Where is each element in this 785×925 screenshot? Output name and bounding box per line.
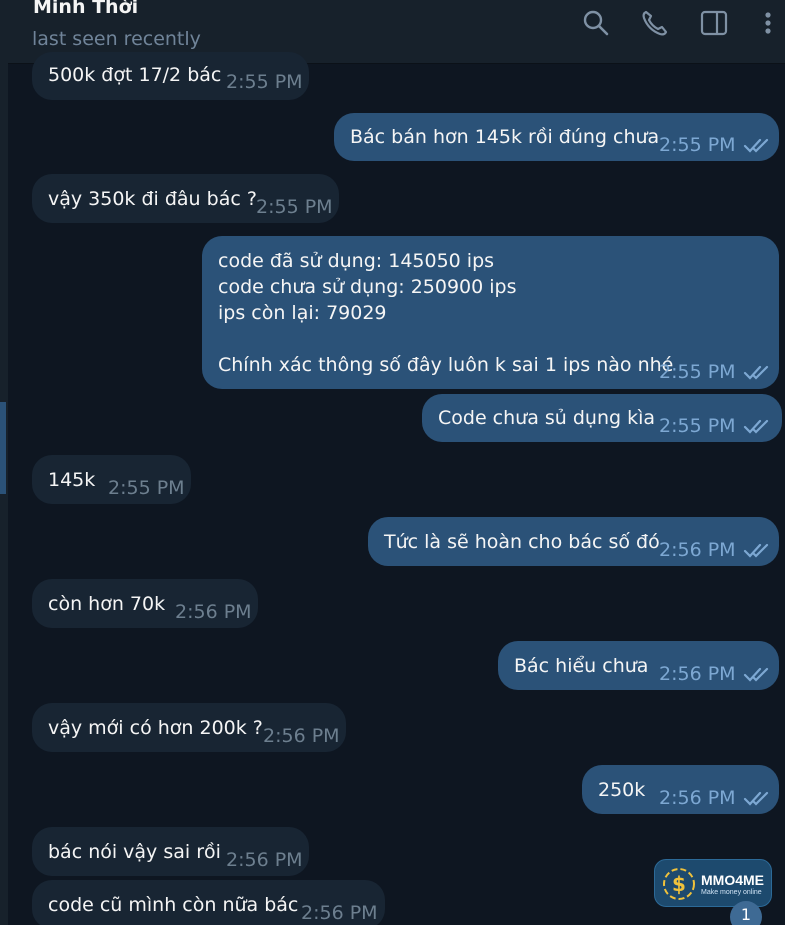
phone-icon[interactable] — [640, 8, 670, 38]
read-check-icon — [743, 138, 769, 153]
read-check-icon — [743, 419, 769, 434]
message-time: 2:56 PM — [659, 663, 736, 685]
message-time: 2:55 PM — [659, 361, 736, 383]
svg-text:$: $ — [672, 872, 686, 896]
message-text: 145k — [48, 469, 96, 491]
message-text: Tức là sẽ hoàn cho bác số đó — [384, 531, 660, 553]
read-check-icon — [743, 365, 769, 380]
message-outgoing[interactable]: Tức là sẽ hoàn cho bác số đó 2:56 PM — [368, 517, 779, 566]
message-text: 250k — [598, 779, 646, 801]
message-text: 500k đợt 17/2 bác — [48, 64, 222, 86]
watermark-tagline: Make money online — [701, 889, 762, 896]
active-chat-indicator — [0, 402, 6, 494]
unread-count-badge[interactable]: 1 — [730, 901, 762, 925]
contact-status: last seen recently — [32, 28, 201, 50]
message-time: 2:56 PM — [175, 601, 252, 623]
contact-name[interactable]: Minh Thời — [33, 0, 138, 18]
message-outgoing[interactable]: Code chưa sủ dụng kìa 2:55 PM — [422, 394, 782, 442]
message-outgoing[interactable]: Bác hiểu chưa 2:56 PM — [498, 641, 779, 690]
message-time: 2:56 PM — [301, 902, 378, 924]
message-outgoing[interactable]: code đã sử dụng: 145050 ips code chưa sử… — [202, 236, 779, 389]
message-incoming[interactable]: vậy 350k đi đâu bác ? 2:55 PM — [32, 174, 339, 223]
message-time: 2:55 PM — [226, 71, 303, 93]
message-text: code cũ mình còn nữa bác — [48, 894, 299, 916]
message-text: bác nói vậy sai rồi — [48, 841, 221, 863]
message-time: 2:55 PM — [256, 196, 333, 218]
message-incoming[interactable]: bác nói vậy sai rồi 2:56 PM — [32, 827, 309, 876]
message-text: vậy mới có hơn 200k ? — [48, 717, 263, 739]
mmo4me-watermark-logo: $ MMO4ME Make money online — [654, 859, 772, 907]
message-incoming[interactable]: còn hơn 70k 2:56 PM — [32, 579, 258, 628]
message-text: Code chưa sủ dụng kìa — [438, 407, 656, 429]
message-incoming[interactable]: 145k 2:55 PM — [32, 455, 191, 504]
message-text: Bác hiểu chưa — [514, 655, 649, 677]
message-time: 2:55 PM — [659, 134, 736, 156]
message-time: 2:56 PM — [263, 725, 340, 747]
sidebar-toggle-icon[interactable] — [699, 8, 729, 38]
message-text: Bác bán hơn 145k rồi đúng chưa — [350, 126, 660, 148]
message-outgoing[interactable]: Bác bán hơn 145k rồi đúng chưa 2:55 PM — [334, 113, 779, 161]
message-time: 2:56 PM — [659, 787, 736, 809]
message-incoming[interactable]: vậy mới có hơn 200k ? 2:56 PM — [32, 703, 346, 752]
message-text: vậy 350k đi đâu bác ? — [48, 188, 257, 210]
message-time: 2:56 PM — [226, 849, 303, 871]
read-check-icon — [743, 791, 769, 806]
search-icon[interactable] — [581, 8, 611, 38]
dollar-coin-icon: $ — [663, 868, 695, 900]
message-time: 2:55 PM — [108, 477, 185, 499]
read-check-icon — [743, 667, 769, 682]
message-incoming[interactable]: code cũ mình còn nữa bác 2:56 PM — [32, 880, 385, 925]
message-time: 2:56 PM — [659, 539, 736, 561]
message-text: còn hơn 70k — [48, 593, 166, 615]
watermark-brand: MMO4ME — [701, 872, 764, 888]
more-vertical-icon[interactable] — [753, 8, 783, 38]
message-text: code đã sử dụng: 145050 ips code chưa sử… — [218, 250, 674, 376]
message-incoming[interactable]: 500k đợt 17/2 bác 2:55 PM — [32, 52, 309, 100]
message-outgoing[interactable]: 250k 2:56 PM — [582, 765, 779, 814]
message-time: 2:55 PM — [659, 415, 736, 437]
read-check-icon — [743, 543, 769, 558]
